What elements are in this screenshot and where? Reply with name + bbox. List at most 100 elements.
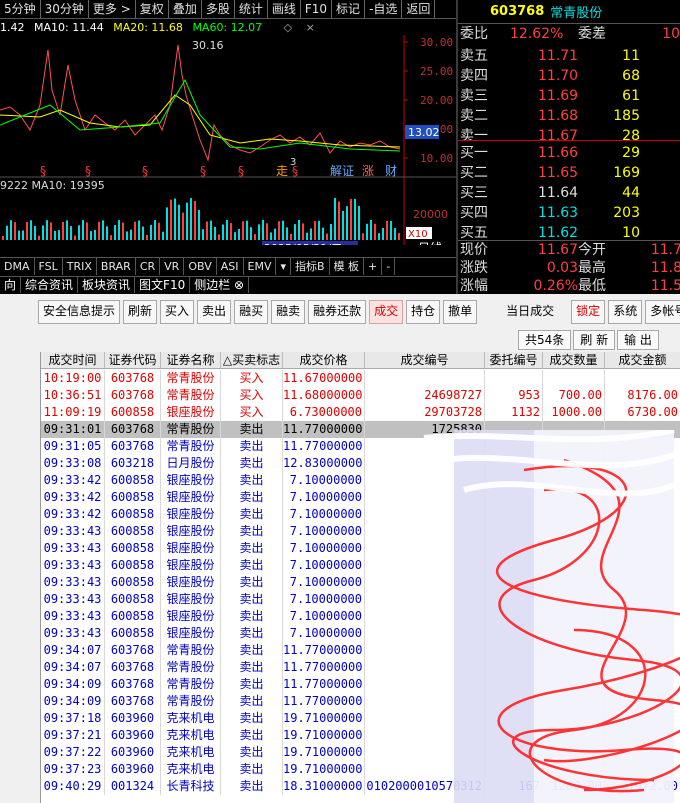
indicator-tab-7[interactable]: ASI [217, 258, 244, 275]
toolbar-button-7[interactable]: 画线 [268, 0, 301, 18]
cell-t: 09:31:05 [41, 438, 105, 455]
toolbar-button-9[interactable]: 标记 [332, 0, 366, 18]
ask-row: 卖二 11.68 185 [460, 106, 680, 126]
indicator-tab-6[interactable]: OBV [184, 258, 217, 275]
column-header[interactable]: 成交编号 [365, 352, 485, 368]
toolbar-button-3[interactable]: 复权 [136, 0, 169, 18]
cell-code: 600858 [105, 591, 161, 608]
trade-button-0[interactable]: 安全信息提示 [38, 300, 121, 324]
info-tab-4[interactable]: 侧边栏 ⊗ [190, 277, 250, 293]
ma60-value: MA60: 12.07 [192, 21, 263, 34]
column-header[interactable]: △买卖标志 [221, 352, 283, 368]
toolbar-button-6[interactable]: 统计 [235, 0, 268, 18]
trade-button-9[interactable]: 撤单 [443, 300, 478, 324]
column-header[interactable]: 委托编号 [485, 352, 543, 368]
volume-bar [134, 221, 136, 240]
cell-price: 11.77000000 [283, 676, 365, 693]
volume-bar [326, 233, 328, 240]
indicator-tab-2[interactable]: TRIX [63, 258, 97, 275]
toolbar-button-0[interactable]: 5分钟 [0, 0, 41, 18]
column-header[interactable]: 成交时间 [41, 352, 105, 368]
indicator-tab-1[interactable]: FSL [35, 258, 63, 275]
indicator-tab-10[interactable]: 指标B [291, 258, 330, 275]
volume-bar [118, 220, 120, 240]
column-header[interactable]: 成交数量 [543, 352, 605, 368]
column-header[interactable]: 证券名称 [161, 352, 221, 368]
stat-label-2: 最低 [578, 278, 606, 294]
diamond-icon[interactable]: ◇ [284, 21, 292, 34]
trade-button-7[interactable]: 成交 [369, 300, 404, 324]
info-tab-3[interactable]: 图文F10 [135, 277, 191, 293]
cell-t: 09:33:43 [41, 608, 105, 625]
indicator-tab-3[interactable]: BRAR [97, 258, 136, 275]
cell-price: 7.10000000 [283, 506, 365, 523]
cell-name: 银座股份 [161, 404, 221, 421]
kline-chart[interactable]: 30.0025.0020.0015.0010.0030.1613.02§§§§§… [0, 35, 456, 245]
indicator-tab-9[interactable]: ▾ [276, 258, 291, 275]
trade-button-3[interactable]: 卖出 [197, 300, 232, 324]
trade-button-2[interactable]: 买入 [160, 300, 195, 324]
cell-amt: 6730.00 [605, 404, 680, 421]
toolbar-button-11[interactable]: 返回 [402, 0, 436, 18]
cell-side: 卖出 [221, 744, 283, 761]
info-tab-2[interactable]: 板块资讯 [78, 277, 136, 293]
indicator-tab-0[interactable]: DMA [0, 258, 35, 275]
column-header[interactable]: 成交价格 [283, 352, 365, 368]
volume-bar [70, 226, 72, 240]
cell-code: 603768 [105, 676, 161, 693]
toolbar-button-5[interactable]: 多股 [202, 0, 235, 18]
stat-label: 涨跌 [460, 260, 488, 276]
info-tab-0[interactable]: 向 [0, 277, 22, 293]
toolbar-button-10[interactable]: -自选 [365, 0, 403, 18]
trade-subbar: 共54条 刷 新 输 出 [518, 330, 680, 350]
indicator-tabs: DMA FSL TRIX BRAR CR VR OBV ASI EMV ▾ 指标B 模 板 + - [0, 257, 456, 275]
toolbar-button-2[interactable]: 更多 > [89, 0, 136, 18]
trade-button-4[interactable]: 融买 [234, 300, 269, 324]
refresh-button[interactable]: 刷 新 [573, 330, 616, 350]
trade-right-button-2[interactable]: 多帐号 [645, 300, 680, 324]
info-tab-1[interactable]: 综合资讯 [21, 277, 79, 293]
toolbar-button-8[interactable]: F10 [301, 0, 333, 18]
indicator-tab-11[interactable]: 模 板 [330, 258, 365, 275]
cell-t: 09:33:43 [41, 625, 105, 642]
volume-bar [246, 220, 248, 240]
volume-bar [314, 221, 316, 240]
info-tabs: 向综合资讯 板块资讯 图文F10 侧边栏 ⊗ [0, 276, 456, 293]
export-button[interactable]: 输 出 [617, 330, 659, 350]
table-row[interactable]: 10:19:00 603768 常青股份 买入 11.67000000 [41, 370, 680, 387]
volume-bar [114, 225, 116, 240]
stat-label-2: 最高 [578, 260, 606, 276]
indicator-tab-4[interactable]: CR [136, 258, 161, 275]
indicator-tab-8[interactable]: EMV [244, 258, 277, 275]
bid-volume: 203 [613, 205, 640, 221]
weicha-label: 委差 [578, 26, 606, 42]
volume-bar [342, 210, 344, 240]
cell-side: 卖出 [221, 625, 283, 642]
indicator-tab-5[interactable]: VR [160, 258, 185, 275]
toolbar-button-4[interactable]: 叠加 [169, 0, 202, 18]
bid-label: 买四 [460, 205, 488, 221]
volume-bar [166, 207, 168, 240]
table-row[interactable]: 10:36:51 603768 常青股份 买入 11.68000000 24698727 9… [41, 387, 680, 404]
cell-price: 11.68000000 [283, 387, 365, 404]
trade-button-5[interactable]: 融卖 [271, 300, 306, 324]
volume-bar [146, 234, 148, 240]
quote-header: 603768 常青股份 [458, 0, 680, 24]
close-icon[interactable]: × [306, 21, 315, 34]
toolbar-button-1[interactable]: 30分钟 [41, 0, 89, 18]
trade-button-8[interactable]: 持仓 [406, 300, 441, 324]
trade-right-button-1[interactable]: 系统 [608, 300, 643, 324]
ask-price: 11.68 [538, 108, 579, 124]
trade-right-button-0[interactable]: 锁定 [571, 300, 606, 324]
table-row[interactable]: 11:09:19 600858 银座股份 买入 6.73000000 29703728 11… [41, 404, 680, 421]
bid-row: 买三 11.64 44 [460, 183, 680, 203]
indicator-tab-13[interactable]: - [382, 258, 396, 275]
trade-button-1[interactable]: 刷新 [123, 300, 158, 324]
trade-button-6[interactable]: 融券还款 [308, 300, 367, 324]
indicator-tab-12[interactable]: + [364, 258, 383, 275]
volume-bar [110, 235, 112, 240]
column-header[interactable]: 成交金额 [605, 352, 680, 368]
ask-volume: 61 [622, 88, 640, 104]
column-header[interactable]: 证券代码 [105, 352, 161, 368]
ask-volume: 11 [622, 48, 640, 64]
